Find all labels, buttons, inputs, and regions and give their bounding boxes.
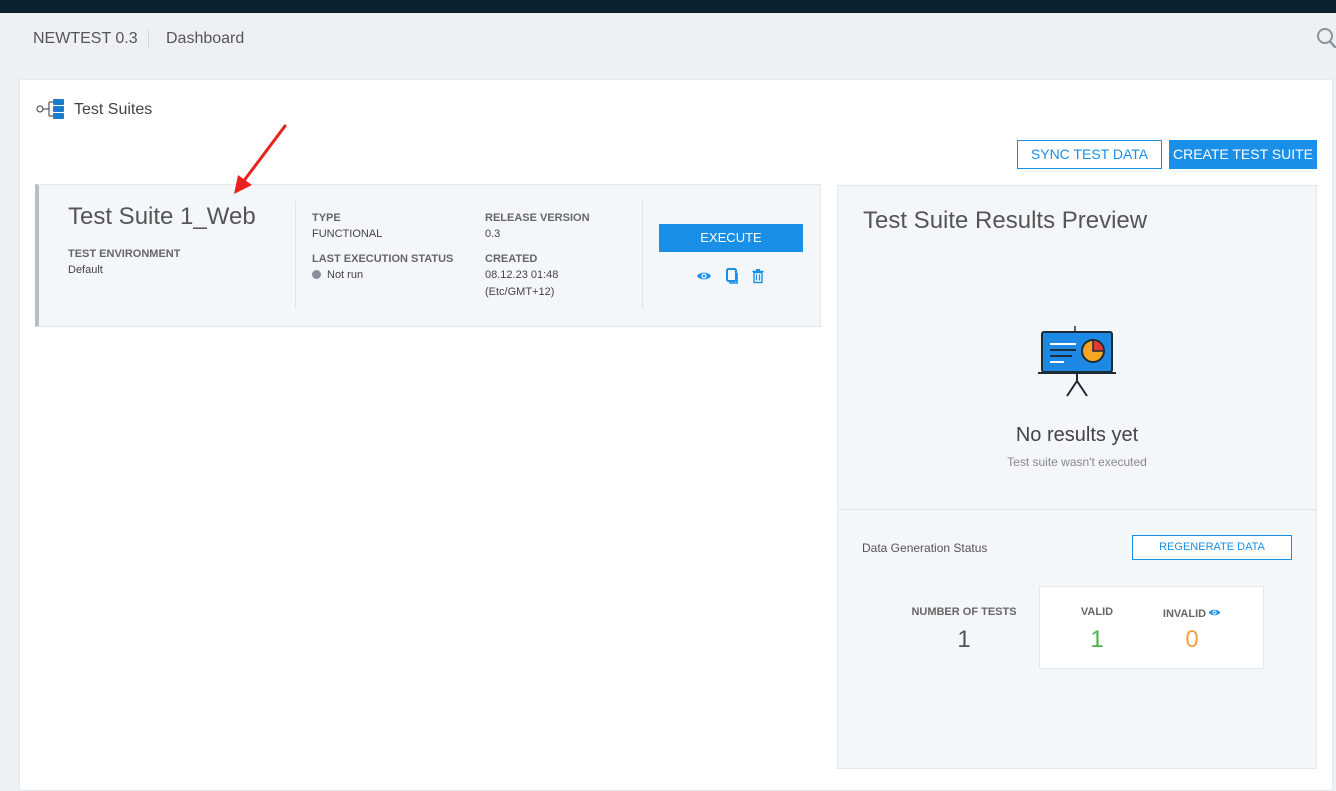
environment-value: Default xyxy=(68,264,103,276)
presentation-chart-icon xyxy=(1036,326,1120,402)
divider xyxy=(642,201,643,309)
divider xyxy=(838,509,1316,510)
created-label: CREATED xyxy=(485,253,538,265)
no-results-subtitle: Test suite wasn't executed xyxy=(1007,455,1147,469)
valid-label: VALID xyxy=(1080,606,1114,618)
number-of-tests-value: 1 xyxy=(957,626,971,653)
top-app-bar xyxy=(0,0,1336,13)
no-results-title: No results yet xyxy=(1015,424,1139,446)
release-label: RELEASE VERSION xyxy=(485,212,590,224)
invalid-label: INVALID xyxy=(1162,608,1207,620)
last-status-label: LAST EXECUTION STATUS xyxy=(312,253,454,265)
copy-icon[interactable] xyxy=(724,268,740,284)
main-content: Test Suites SYNC TEST DATA CREATE TEST S… xyxy=(19,79,1333,791)
test-suite-card[interactable]: Test Suite 1_Web TEST ENVIRONMENT Defaul… xyxy=(35,184,821,327)
suite-name[interactable]: Test Suite 1_Web xyxy=(68,203,256,231)
section-title: Test Suites xyxy=(74,101,153,118)
regenerate-data-button[interactable]: REGENERATE DATA xyxy=(1132,535,1292,560)
breadcrumb: NEWTEST 0.3 Dashboard xyxy=(0,13,1336,65)
results-preview-panel: Test Suite Results Preview No results ye… xyxy=(837,185,1317,769)
breadcrumb-separator xyxy=(148,29,149,48)
created-timezone: (Etc/GMT+12) xyxy=(485,286,555,298)
breadcrumb-page[interactable]: Dashboard xyxy=(166,30,244,48)
environment-label: TEST ENVIRONMENT xyxy=(68,248,181,260)
invalid-label-group: INVALID xyxy=(1155,606,1229,620)
validity-summary: VALID 1 INVALID 0 xyxy=(1039,586,1264,669)
tree-structure-icon xyxy=(36,98,68,122)
created-date: 08.12.23 01:48 xyxy=(485,269,559,281)
execute-button[interactable]: EXECUTE xyxy=(659,224,803,252)
data-generation-status-label: Data Generation Status xyxy=(862,541,988,555)
search-icon[interactable] xyxy=(1316,27,1336,49)
eye-icon[interactable] xyxy=(1208,606,1221,619)
eye-icon[interactable] xyxy=(696,268,712,284)
trash-icon[interactable] xyxy=(750,268,766,284)
breadcrumb-project[interactable]: NEWTEST 0.3 xyxy=(33,30,138,48)
divider xyxy=(295,201,296,309)
status-text: Not run xyxy=(327,269,364,281)
status-dot-icon xyxy=(312,270,321,279)
create-test-suite-button[interactable]: CREATE TEST SUITE xyxy=(1169,140,1317,169)
number-of-tests-label: NUMBER OF TESTS xyxy=(911,606,1017,618)
invalid-value: 0 xyxy=(1185,626,1199,653)
last-status-value: Not run xyxy=(312,267,363,283)
valid-value: 1 xyxy=(1090,626,1104,653)
sync-test-data-button[interactable]: SYNC TEST DATA xyxy=(1017,140,1162,169)
type-value: FUNCTIONAL xyxy=(312,228,383,240)
release-value: 0.3 xyxy=(485,228,501,240)
type-label: TYPE xyxy=(312,212,341,224)
preview-title: Test Suite Results Preview xyxy=(863,207,1148,234)
